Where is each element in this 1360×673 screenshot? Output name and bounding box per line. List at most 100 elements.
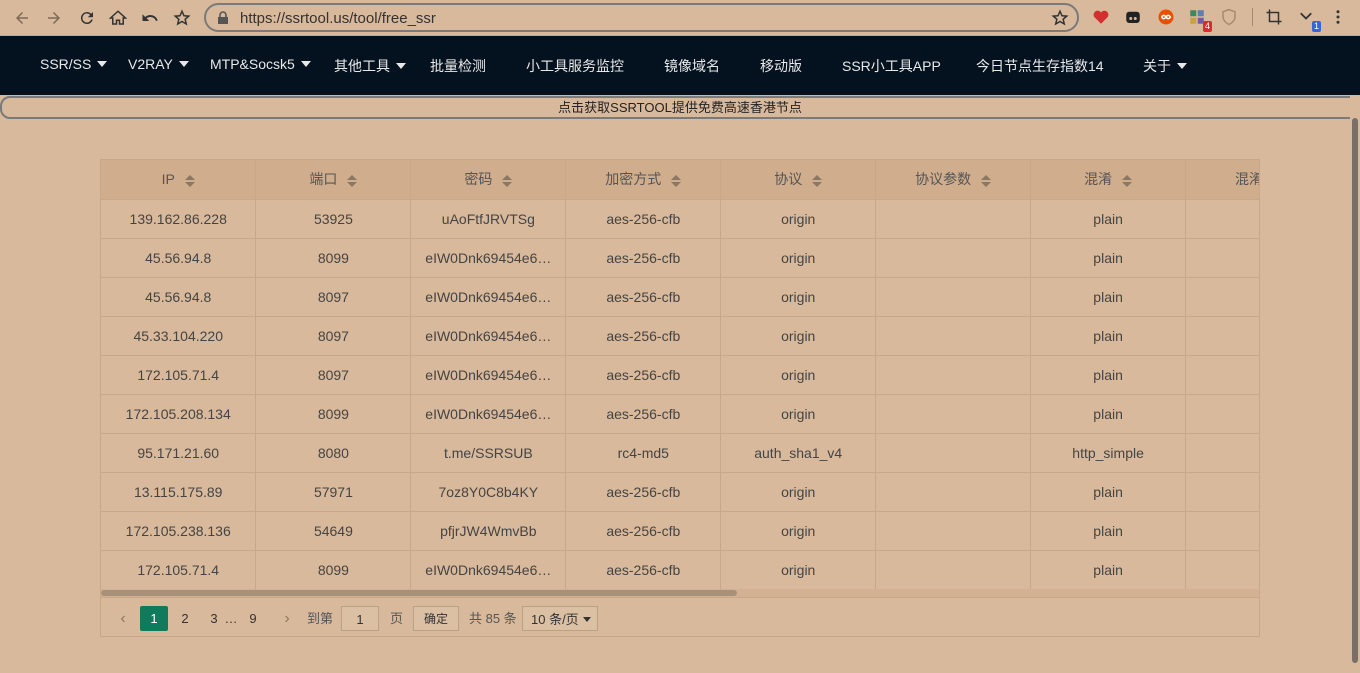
nav-item-other-tools[interactable]: 其他工具 (334, 56, 406, 76)
sort-icon[interactable] (347, 174, 358, 187)
cell-cipher: aes-256-cfb (565, 277, 722, 317)
table-row: 172.105.238.136 54649 pfjrJW4WmvBb aes-256-… (101, 511, 1259, 551)
cell-cipher: aes-256-cfb (565, 550, 722, 590)
column-header-cipher[interactable]: 加密方式 (565, 160, 722, 200)
forward-icon[interactable] (42, 6, 66, 30)
nav-item-v2ray[interactable]: V2RAY (128, 56, 189, 72)
cell-obfs-param (1185, 199, 1259, 239)
cell-protocol: origin (720, 511, 877, 551)
cell-password: eIW0Dnk69454e6… (410, 238, 567, 278)
cell-cipher: aes-256-cfb (565, 394, 722, 434)
sort-icon[interactable] (502, 174, 513, 187)
sort-icon[interactable] (812, 174, 823, 187)
cell-port: 53925 (255, 199, 412, 239)
cell-protocol: origin (720, 550, 877, 590)
home-icon[interactable] (106, 6, 130, 30)
reload-icon[interactable] (75, 6, 99, 30)
header-label: 加密方式 (605, 171, 662, 188)
cell-obfs-param (1185, 511, 1259, 551)
nav-item-service-monitor[interactable]: 小工具服务监控 (526, 56, 624, 76)
heart-icon[interactable] (1092, 8, 1110, 26)
promo-banner[interactable]: 点击获取SSRTOOL提供免费高速香港节点 (0, 96, 1360, 119)
sort-icon[interactable] (981, 174, 992, 187)
scrollbar-thumb[interactable] (101, 590, 737, 596)
header-label: 协议参数 (915, 171, 972, 188)
cell-ip: 172.105.71.4 (101, 550, 257, 590)
star-icon[interactable] (1051, 9, 1069, 27)
cell-protocol: origin (720, 355, 877, 395)
page-size-select[interactable]: 10 条/页 (522, 606, 598, 631)
page-1[interactable]: 1 (140, 606, 168, 631)
sort-icon[interactable] (1122, 174, 1133, 187)
column-header-port[interactable]: 端口 (255, 160, 412, 200)
sort-icon[interactable] (184, 174, 195, 187)
puzzle-icon[interactable]: 4 (1188, 8, 1212, 32)
nav-item-batch-check[interactable]: 批量检测 (430, 56, 486, 76)
nav-item-mobile[interactable]: 移动版 (760, 56, 802, 76)
table-row: 172.105.71.4 8099 eIW0Dnk69454e6… aes-256-c… (101, 550, 1259, 590)
cell-ip: 172.105.208.134 (101, 394, 257, 434)
nav-label: SSR/SS (40, 56, 92, 72)
nav-item-mirror-domains[interactable]: 镜像域名 (664, 56, 720, 76)
goto-page-input[interactable]: 1 (341, 606, 379, 631)
cell-port: 8099 (255, 550, 412, 590)
cell-obfs: plain (1030, 238, 1187, 278)
address-bar[interactable]: https://ssrtool.us/tool/free_ssr (204, 3, 1079, 32)
nav-item-survival-index[interactable]: 今日节点生存指数14 (976, 56, 1104, 76)
chevron-right-icon[interactable]: › (277, 606, 297, 631)
infinity-icon[interactable] (1157, 8, 1175, 26)
header-label: 混淆 (1084, 171, 1113, 188)
cell-password: pfjrJW4WmvBb (410, 511, 567, 551)
column-header-obfs-param[interactable]: 混淆参数 (1185, 160, 1259, 200)
page-ellipsis[interactable]: … (221, 606, 241, 631)
cell-cipher: aes-256-cfb (565, 316, 722, 356)
chevron-left-icon[interactable]: ‹ (113, 606, 133, 631)
download-icon[interactable]: 1 (1297, 8, 1321, 32)
nav-item-ssr-app[interactable]: SSR小工具APP (842, 56, 941, 76)
cell-obfs: plain (1030, 355, 1187, 395)
nav-label: 批量检测 (430, 58, 486, 74)
column-header-protocol-param[interactable]: 协议参数 (875, 160, 1032, 200)
menu-kebab-icon[interactable] (1329, 8, 1347, 26)
nav-item-mtp-socks5[interactable]: MTP&Socsk5 (210, 56, 311, 72)
nav-label: SSR小工具APP (842, 58, 941, 74)
cell-ip: 45.33.104.220 (101, 316, 257, 356)
confirm-button[interactable]: 确定 (413, 606, 459, 631)
nav-label: 关于 (1143, 58, 1171, 74)
caret-down-icon (178, 61, 189, 67)
cell-port: 8080 (255, 433, 412, 473)
shield-icon[interactable] (1220, 8, 1238, 26)
url-text: https://ssrtool.us/tool/free_ssr (240, 10, 436, 27)
cell-obfs-param (1185, 472, 1259, 512)
horizontal-scrollbar[interactable] (101, 589, 1259, 597)
cell-protocol-param (875, 472, 1032, 512)
back-icon[interactable] (10, 6, 34, 30)
sort-icon[interactable] (671, 174, 682, 187)
cell-port: 8097 (255, 355, 412, 395)
nav-item-about[interactable]: 关于 (1143, 56, 1187, 76)
column-header-obfs[interactable]: 混淆 (1030, 160, 1187, 200)
cell-cipher: aes-256-cfb (565, 472, 722, 512)
cell-protocol: origin (720, 199, 877, 239)
page-unit-label: 页 (390, 611, 404, 626)
crop-icon[interactable] (1265, 8, 1283, 26)
tamper-icon[interactable] (1124, 8, 1142, 26)
node-table: IP 端口 密码 加密方式 协议 协议参数 混淆 混淆参数 139.162.86… (101, 160, 1259, 590)
caret-down-icon (1177, 63, 1187, 69)
column-header-password[interactable]: 密码 (410, 160, 567, 200)
scrollbar-thumb[interactable] (1352, 118, 1358, 663)
page-2[interactable]: 2 (171, 606, 199, 631)
cell-password: eIW0Dnk69454e6… (410, 355, 567, 395)
nav-item-ssr-ss[interactable]: SSR/SS (40, 56, 108, 72)
cell-port: 8097 (255, 316, 412, 356)
bookmark-star-icon[interactable] (170, 6, 194, 30)
extension-badge: 4 (1202, 21, 1212, 32)
column-header-ip[interactable]: IP (101, 160, 257, 200)
cell-protocol: origin (720, 472, 877, 512)
undo-icon[interactable] (138, 6, 162, 30)
toolbar-separator (1252, 8, 1253, 26)
page-9[interactable]: 9 (239, 606, 267, 631)
page-vertical-scrollbar[interactable] (1350, 96, 1360, 673)
column-header-protocol[interactable]: 协议 (720, 160, 877, 200)
cell-password: eIW0Dnk69454e6… (410, 550, 567, 590)
